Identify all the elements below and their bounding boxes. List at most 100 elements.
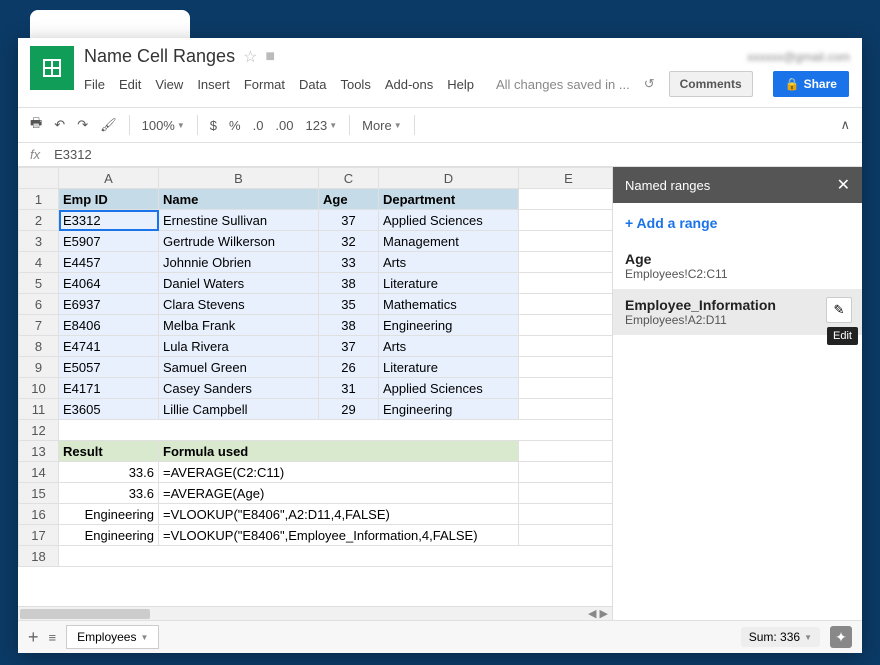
cell[interactable] bbox=[519, 357, 613, 378]
cell[interactable]: 32 bbox=[319, 231, 379, 252]
cell[interactable]: E4457 bbox=[59, 252, 159, 273]
cell[interactable]: Emp ID bbox=[59, 189, 159, 210]
scrollbar-thumb[interactable] bbox=[20, 609, 150, 619]
sum-indicator[interactable]: Sum: 336 ▼ bbox=[741, 627, 820, 647]
cell[interactable]: Department bbox=[379, 189, 519, 210]
row-header[interactable]: 4 bbox=[19, 252, 59, 273]
row-header[interactable]: 11 bbox=[19, 399, 59, 420]
named-range-item[interactable]: Employee_Information Employees!A2:D11 ✎ … bbox=[613, 289, 862, 335]
dec-decrease[interactable]: .0 bbox=[253, 118, 264, 133]
cell[interactable]: 38 bbox=[319, 315, 379, 336]
cell[interactable]: Melba Frank bbox=[159, 315, 319, 336]
cell[interactable]: 37 bbox=[319, 210, 379, 231]
more-dropdown[interactable]: More ▼ bbox=[362, 118, 402, 133]
redo-icon[interactable]: ↷ bbox=[77, 117, 88, 133]
row-header[interactable]: 9 bbox=[19, 357, 59, 378]
row-header[interactable]: 1 bbox=[19, 189, 59, 210]
cell[interactable]: 33.6 bbox=[59, 462, 159, 483]
cell[interactable]: Formula used bbox=[159, 441, 519, 462]
cell[interactable]: E6937 bbox=[59, 294, 159, 315]
star-icon[interactable]: ☆ bbox=[243, 47, 257, 67]
cell[interactable]: E4741 bbox=[59, 336, 159, 357]
add-sheet-button[interactable]: + bbox=[28, 627, 39, 648]
cell[interactable]: Engineering bbox=[59, 525, 159, 546]
row-header[interactable]: 14 bbox=[19, 462, 59, 483]
row-header[interactable]: 2 bbox=[19, 210, 59, 231]
row-header[interactable]: 6 bbox=[19, 294, 59, 315]
cell[interactable] bbox=[519, 189, 613, 210]
cell[interactable] bbox=[519, 273, 613, 294]
doc-title[interactable]: Name Cell Ranges bbox=[84, 46, 235, 67]
add-range-button[interactable]: + Add a range bbox=[613, 203, 862, 243]
cell[interactable] bbox=[519, 210, 613, 231]
cell[interactable]: Gertrude Wilkerson bbox=[159, 231, 319, 252]
named-range-item[interactable]: Age Employees!C2:C11 bbox=[613, 243, 862, 289]
row-header[interactable]: 18 bbox=[19, 546, 59, 567]
menu-addons[interactable]: Add-ons bbox=[385, 77, 433, 92]
cell[interactable]: Engineering bbox=[379, 399, 519, 420]
cell[interactable]: Lula Rivera bbox=[159, 336, 319, 357]
undo-icon[interactable]: ↶ bbox=[54, 117, 65, 133]
row-header[interactable]: 15 bbox=[19, 483, 59, 504]
row-header[interactable]: 12 bbox=[19, 420, 59, 441]
cell[interactable]: 37 bbox=[319, 336, 379, 357]
zoom-dropdown[interactable]: 100% ▼ bbox=[142, 118, 185, 133]
history-icon[interactable]: ↺ bbox=[644, 76, 655, 92]
col-header-A[interactable]: A bbox=[59, 168, 159, 189]
cell[interactable]: 33 bbox=[319, 252, 379, 273]
row-header[interactable]: 10 bbox=[19, 378, 59, 399]
cell[interactable]: =AVERAGE(Age) bbox=[159, 483, 519, 504]
collapse-up-icon[interactable]: ∧ bbox=[840, 117, 850, 133]
cell[interactable]: Mathematics bbox=[379, 294, 519, 315]
sheet-tab[interactable]: Employees ▼ bbox=[66, 625, 159, 649]
cell[interactable]: Lillie Campbell bbox=[159, 399, 319, 420]
col-header-E[interactable]: E bbox=[519, 168, 613, 189]
cell[interactable]: E3312 bbox=[59, 210, 159, 231]
cell[interactable]: Age bbox=[319, 189, 379, 210]
close-icon[interactable]: ✕ bbox=[837, 175, 850, 195]
row-header[interactable]: 16 bbox=[19, 504, 59, 525]
cell[interactable] bbox=[519, 252, 613, 273]
menu-view[interactable]: View bbox=[155, 77, 183, 92]
cell[interactable]: 31 bbox=[319, 378, 379, 399]
cell[interactable]: Applied Sciences bbox=[379, 378, 519, 399]
explore-button[interactable]: ✦ bbox=[830, 626, 852, 648]
cell[interactable]: Name bbox=[159, 189, 319, 210]
row-header[interactable]: 5 bbox=[19, 273, 59, 294]
scroll-left-icon[interactable]: ◀ bbox=[588, 608, 596, 620]
cell[interactable] bbox=[59, 546, 613, 567]
cell[interactable]: Samuel Green bbox=[159, 357, 319, 378]
row-header[interactable]: 8 bbox=[19, 336, 59, 357]
cell[interactable]: Management bbox=[379, 231, 519, 252]
spreadsheet-grid[interactable]: A B C D E 1 Emp ID Name Age Department bbox=[18, 167, 612, 567]
cell[interactable]: Result bbox=[59, 441, 159, 462]
format-currency[interactable]: $ bbox=[210, 118, 217, 133]
col-header-D[interactable]: D bbox=[379, 168, 519, 189]
print-icon[interactable]: 🖶 bbox=[30, 114, 42, 136]
cell[interactable] bbox=[59, 420, 613, 441]
cell[interactable]: E4171 bbox=[59, 378, 159, 399]
row-header[interactable]: 17 bbox=[19, 525, 59, 546]
cell[interactable]: Clara Stevens bbox=[159, 294, 319, 315]
cell[interactable]: Engineering bbox=[59, 504, 159, 525]
cell[interactable] bbox=[519, 231, 613, 252]
cell[interactable]: Johnnie Obrien bbox=[159, 252, 319, 273]
cell[interactable] bbox=[519, 336, 613, 357]
cell[interactable]: Engineering bbox=[379, 315, 519, 336]
cell[interactable] bbox=[519, 525, 613, 546]
cell[interactable]: 29 bbox=[319, 399, 379, 420]
cell[interactable]: =AVERAGE(C2:C11) bbox=[159, 462, 519, 483]
cell[interactable] bbox=[519, 294, 613, 315]
cell[interactable] bbox=[519, 399, 613, 420]
cell[interactable]: Daniel Waters bbox=[159, 273, 319, 294]
cell[interactable]: E5057 bbox=[59, 357, 159, 378]
comments-button[interactable]: Comments bbox=[669, 71, 753, 97]
browser-tab[interactable] bbox=[30, 10, 190, 40]
cell[interactable] bbox=[519, 378, 613, 399]
format-123[interactable]: 123 ▼ bbox=[306, 118, 338, 133]
horizontal-scrollbar[interactable]: ◀ ▶ bbox=[18, 606, 612, 620]
cell[interactable]: 33.6 bbox=[59, 483, 159, 504]
menu-file[interactable]: File bbox=[84, 77, 105, 92]
all-sheets-button[interactable]: ≡ bbox=[49, 630, 57, 645]
menu-format[interactable]: Format bbox=[244, 77, 285, 92]
